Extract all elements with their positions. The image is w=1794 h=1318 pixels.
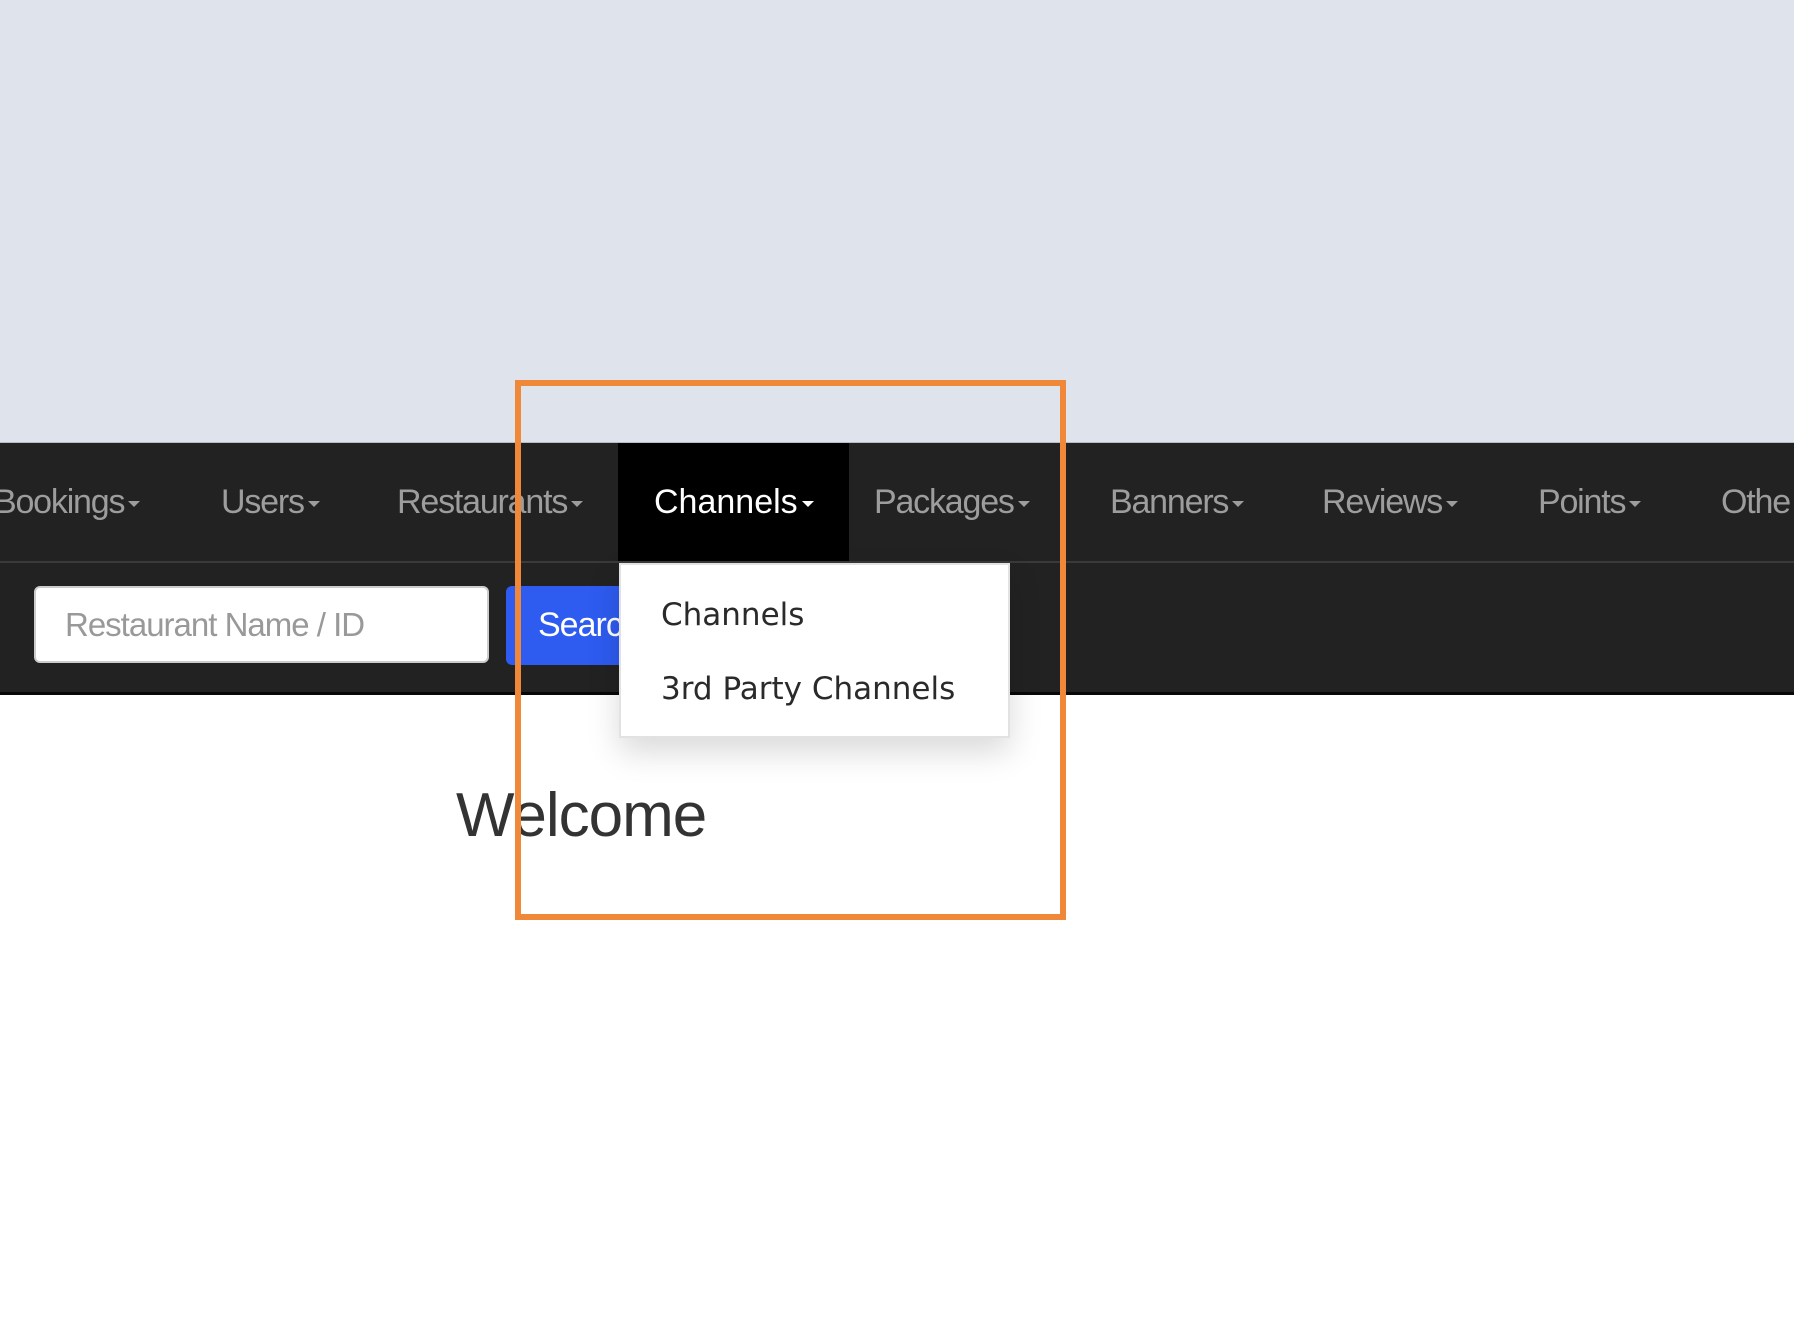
nav-label: Points <box>1538 483 1627 521</box>
dropdown-item-3rd-party-channels[interactable]: 3rd Party Channels <box>661 671 955 707</box>
caret-down-icon <box>1232 501 1245 508</box>
caret-down-icon <box>1446 501 1459 508</box>
nav-label: Users <box>221 483 305 521</box>
nav-label: Bookings <box>0 483 125 521</box>
nav-label: Packages <box>874 483 1015 521</box>
nav-label: Channels <box>654 483 798 521</box>
nav-packages[interactable]: Packages <box>874 443 1030 561</box>
page-background-top <box>0 0 1794 443</box>
nav-banners[interactable]: Banners <box>1110 443 1245 561</box>
nav-label: Banners <box>1110 483 1229 521</box>
nav-users[interactable]: Users <box>221 443 320 561</box>
nav-restaurants[interactable]: Restaurants <box>397 443 584 561</box>
nav-channels[interactable]: Channels <box>654 443 814 561</box>
caret-down-icon <box>1629 501 1642 508</box>
nav-label: Othe <box>1721 483 1791 521</box>
caret-down-icon <box>307 501 320 508</box>
nav-label: Reviews <box>1322 483 1443 521</box>
nav-reviews[interactable]: Reviews <box>1322 443 1459 561</box>
nav-label: Restaurants <box>397 483 568 521</box>
channels-dropdown-menu: Channels 3rd Party Channels <box>619 563 1010 738</box>
caret-down-icon <box>571 501 584 508</box>
dropdown-item-channels[interactable]: Channels <box>661 597 804 633</box>
nav-other[interactable]: Othe <box>1721 443 1791 561</box>
welcome-heading: Welcome <box>456 781 707 850</box>
caret-down-icon <box>1017 501 1030 508</box>
restaurant-search-input[interactable] <box>34 586 489 663</box>
nav-points[interactable]: Points <box>1538 443 1642 561</box>
caret-down-icon <box>128 501 141 508</box>
caret-down-icon <box>801 501 814 508</box>
nav-bookings[interactable]: Bookings <box>0 443 141 561</box>
